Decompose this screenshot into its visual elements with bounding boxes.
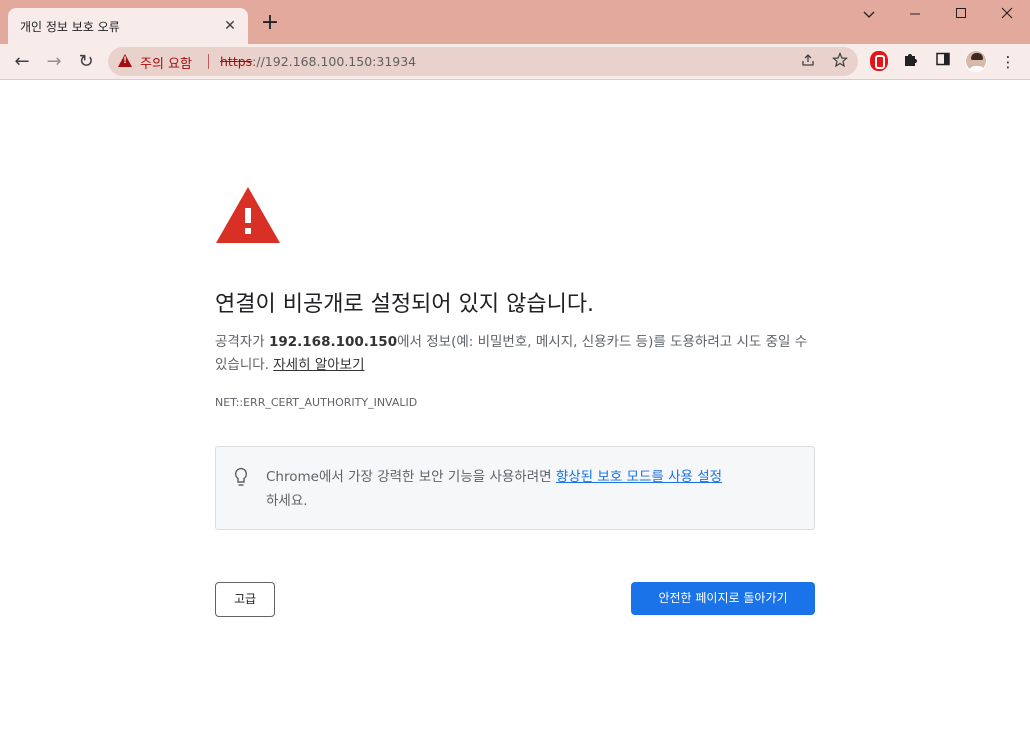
forward-button[interactable]: → — [40, 48, 68, 76]
security-warning-label[interactable]: 주의 요함 — [140, 53, 192, 72]
tab-privacy-error[interactable]: 개인 정보 보호 오류 ✕ — [8, 8, 248, 44]
side-panel-icon[interactable] — [931, 50, 955, 74]
tab-title: 개인 정보 보호 오류 — [20, 20, 120, 34]
new-tab-button[interactable]: + — [258, 12, 282, 36]
reload-button[interactable]: ↻ — [72, 48, 100, 76]
warning-icon[interactable] — [118, 54, 132, 67]
divider — [208, 54, 209, 69]
share-icon[interactable] — [798, 52, 818, 72]
desc-host: 192.168.100.150 — [268, 334, 398, 350]
adblock-extension-icon[interactable] — [870, 51, 888, 71]
learn-more-link[interactable]: 자세히 알아보기 — [273, 357, 364, 373]
tab-close-icon[interactable]: ✕ — [220, 16, 240, 36]
lightbulb-icon — [234, 467, 248, 486]
desc-prefix: 공격자가 — [215, 334, 269, 350]
profile-avatar[interactable] — [965, 50, 987, 72]
tip-prefix: Chrome에서 가장 강력한 보안 기능을 사용하려면 — [266, 469, 556, 485]
error-code: NET::ERR_CERT_AUTHORITY_INVALID — [215, 396, 418, 409]
maximize-icon[interactable] — [938, 4, 984, 28]
page-heading: 연결이 비공개로 설정되어 있지 않습니다. — [215, 292, 595, 317]
enhanced-protection-link[interactable]: 향상된 보호 모드를 사용 설정 — [556, 469, 722, 485]
menu-icon[interactable]: ⋮ — [996, 50, 1020, 74]
back-to-safety-button[interactable]: 안전한 페이지로 돌아가기 — [631, 582, 815, 615]
back-button[interactable]: ← — [8, 48, 36, 76]
error-description: 공격자가 192.168.100.150에서 정보(예: 비밀번호, 메시지, … — [215, 331, 815, 377]
tip-text: Chrome에서 가장 강력한 보안 기능을 사용하려면 향상된 보호 모드를 … — [266, 465, 806, 513]
tip-suffix: 하세요. — [266, 493, 308, 509]
url-text[interactable]: https://192.168.100.150:31934 — [220, 54, 416, 69]
url-host: ://192.168.100.150:31934 — [252, 54, 417, 69]
tab-search-icon[interactable] — [846, 4, 892, 28]
close-window-icon[interactable] — [984, 4, 1030, 28]
title-bar: 개인 정보 보호 오류 ✕ + — [0, 0, 1030, 44]
puzzle-icon[interactable] — [899, 50, 923, 74]
enhanced-protection-tip: Chrome에서 가장 강력한 보안 기능을 사용하려면 향상된 보호 모드를 … — [215, 446, 815, 530]
bookmark-star-icon[interactable] — [830, 51, 850, 72]
minimize-icon[interactable] — [892, 4, 938, 28]
url-scheme: https — [220, 54, 253, 69]
address-bar[interactable]: 주의 요함 https://192.168.100.150:31934 — [108, 47, 858, 76]
advanced-button[interactable]: 고급 — [215, 582, 275, 617]
warning-triangle-icon — [216, 187, 280, 243]
